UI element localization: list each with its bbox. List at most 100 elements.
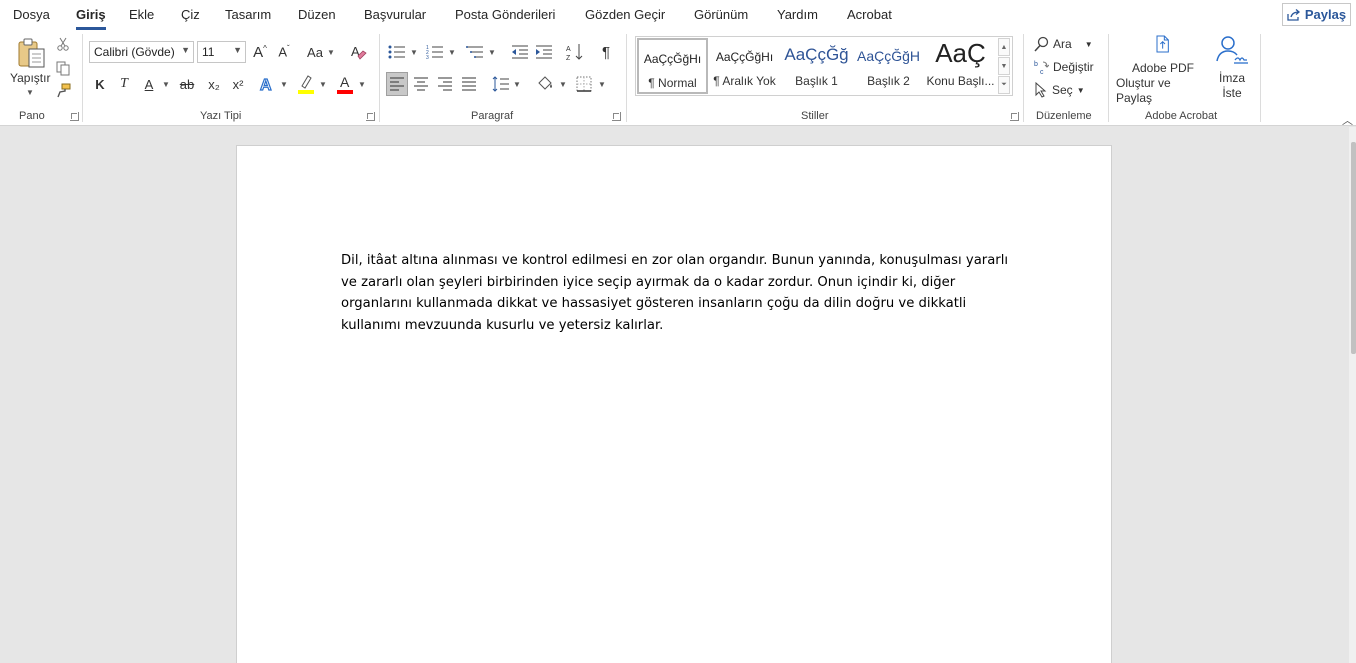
style-title[interactable]: AaÇ Konu Başlı... bbox=[925, 38, 996, 94]
style-heading-2[interactable]: AaÇçĞğH Başlık 2 bbox=[853, 38, 924, 94]
chevron-down-icon[interactable]: ▼ bbox=[162, 80, 170, 89]
chevron-down-icon[interactable]: ▼ bbox=[280, 80, 288, 89]
select-button[interactable]: Seç ▼ bbox=[1034, 80, 1098, 100]
document-paragraph[interactable]: Dil, itâat altına alınması ve kontrol ed… bbox=[341, 250, 1011, 337]
chevron-down-icon: ▼ bbox=[1084, 39, 1093, 49]
bold-button[interactable]: K bbox=[90, 73, 110, 95]
pilcrow-icon: ¶ bbox=[601, 43, 611, 61]
chevron-down-icon[interactable]: ▼ bbox=[513, 80, 521, 89]
align-right-button[interactable] bbox=[434, 73, 456, 95]
align-center-button[interactable] bbox=[410, 73, 432, 95]
style-no-spacing[interactable]: AaÇçĞğHı ¶ Aralık Yok bbox=[709, 38, 780, 94]
shrink-font-button[interactable]: Aˇ bbox=[274, 41, 294, 63]
numbering-button[interactable]: 123 bbox=[424, 41, 446, 63]
sign-label-1: İmza bbox=[1218, 71, 1245, 85]
underline-button[interactable]: A bbox=[139, 73, 159, 95]
tab-ekle[interactable]: Ekle bbox=[129, 7, 154, 22]
styles-launcher-icon[interactable] bbox=[1010, 112, 1019, 121]
sort-button[interactable]: AZ bbox=[564, 41, 586, 63]
paste-button[interactable] bbox=[14, 36, 48, 70]
format-painter-button[interactable] bbox=[55, 82, 71, 98]
strikethrough-label: ab bbox=[179, 76, 195, 92]
chevron-down-icon[interactable]: ▼ bbox=[559, 80, 567, 89]
group-separator bbox=[1260, 34, 1261, 122]
chevron-down-icon[interactable]: ▼ bbox=[448, 48, 456, 57]
bullets-button[interactable] bbox=[386, 41, 408, 63]
highlight-button[interactable] bbox=[295, 73, 317, 95]
paragraph-launcher-icon[interactable] bbox=[612, 112, 621, 121]
decrease-indent-button[interactable] bbox=[509, 41, 531, 63]
style-normal[interactable]: AaÇçĞğHı ¶ Normal bbox=[637, 38, 708, 94]
replace-button[interactable]: bc Değiştir bbox=[1034, 57, 1098, 77]
chevron-down-icon[interactable]: ▼ bbox=[26, 88, 34, 97]
copy-button[interactable] bbox=[55, 60, 71, 76]
justify-button[interactable] bbox=[458, 73, 480, 95]
tab-yardim[interactable]: Yardım bbox=[777, 7, 818, 22]
search-icon bbox=[1034, 36, 1049, 52]
increase-indent-button[interactable] bbox=[533, 41, 555, 63]
show-marks-button[interactable]: ¶ bbox=[595, 41, 617, 63]
group-label-acrobat: Adobe Acrobat bbox=[1145, 110, 1218, 122]
italic-button[interactable]: T bbox=[114, 73, 134, 95]
document-page[interactable]: Dil, itâat altına alınması ve kontrol ed… bbox=[236, 145, 1112, 663]
tab-giris[interactable]: Giriş bbox=[76, 7, 106, 30]
grow-font-button[interactable]: A^ bbox=[250, 41, 270, 63]
request-signature-button[interactable]: İmza İste bbox=[1212, 34, 1252, 106]
tab-tasarim[interactable]: Tasarım bbox=[225, 7, 271, 22]
cut-button[interactable] bbox=[55, 36, 71, 52]
tab-basvurular[interactable]: Başvurular bbox=[364, 7, 426, 22]
style-name: Başlık 1 bbox=[795, 74, 838, 88]
superscript-button[interactable]: x² bbox=[228, 73, 248, 95]
subscript-button[interactable]: x₂ bbox=[204, 73, 224, 95]
clear-formatting-button[interactable]: A bbox=[348, 41, 370, 63]
align-right-icon bbox=[438, 77, 452, 91]
font-name-value: Calibri (Gövde) bbox=[94, 45, 175, 59]
clear-formatting-icon: A bbox=[351, 44, 367, 60]
highlighter-icon bbox=[298, 75, 314, 94]
tab-ciz[interactable]: Çiz bbox=[181, 7, 200, 22]
line-spacing-button[interactable] bbox=[490, 73, 512, 95]
style-heading-1[interactable]: AaÇçĞğ Başlık 1 bbox=[781, 38, 852, 94]
replace-icon: bc bbox=[1034, 61, 1049, 75]
text-effects-button[interactable]: A bbox=[256, 73, 278, 95]
strikethrough-button[interactable]: ab bbox=[176, 73, 198, 95]
font-launcher-icon[interactable] bbox=[366, 112, 375, 121]
chevron-down-icon[interactable]: ▼ bbox=[327, 48, 335, 57]
group-separator bbox=[626, 34, 627, 122]
group-separator bbox=[1023, 34, 1024, 122]
share-button[interactable]: Paylaş bbox=[1282, 3, 1351, 26]
multilevel-list-button[interactable] bbox=[464, 41, 486, 63]
tab-duzen[interactable]: Düzen bbox=[298, 7, 336, 22]
chevron-down-icon[interactable]: ▼ bbox=[319, 80, 327, 89]
tab-posta-gonderileri[interactable]: Posta Gönderileri bbox=[455, 7, 555, 22]
group-separator bbox=[379, 34, 380, 122]
borders-button[interactable] bbox=[573, 73, 595, 95]
gallery-scroll-down-icon[interactable]: ▼ bbox=[998, 57, 1010, 75]
tab-acrobat[interactable]: Acrobat bbox=[847, 7, 892, 22]
tab-dosya[interactable]: Dosya bbox=[13, 7, 50, 22]
sign-label-2: İste bbox=[1222, 86, 1242, 100]
chevron-down-icon[interactable]: ▼ bbox=[598, 80, 606, 89]
scissors-icon bbox=[57, 37, 69, 51]
create-pdf-button[interactable]: Adobe PDF Oluştur ve Paylaş bbox=[1116, 34, 1210, 106]
clipboard-launcher-icon[interactable] bbox=[70, 112, 79, 121]
font-name-combo[interactable]: Calibri (Gövde) ▼ bbox=[89, 41, 194, 63]
tab-gozden-gecir[interactable]: Gözden Geçir bbox=[585, 7, 665, 22]
font-size-value: 11 bbox=[202, 45, 215, 59]
collapse-ribbon-icon[interactable]: ︿ bbox=[1342, 112, 1353, 128]
gallery-scroll-up-icon[interactable]: ▲ bbox=[998, 38, 1010, 56]
align-left-button[interactable] bbox=[386, 72, 408, 96]
font-size-combo[interactable]: 11 ▼ bbox=[197, 41, 246, 63]
borders-icon bbox=[576, 76, 592, 92]
tab-gorunum[interactable]: Görünüm bbox=[694, 7, 748, 22]
shading-button[interactable] bbox=[534, 73, 556, 95]
chevron-down-icon[interactable]: ▼ bbox=[488, 48, 496, 57]
group-separator bbox=[1108, 34, 1109, 122]
find-button[interactable]: Ara ▼ bbox=[1034, 34, 1098, 54]
chevron-down-icon[interactable]: ▼ bbox=[410, 48, 418, 57]
change-case-button[interactable]: Aa bbox=[304, 41, 326, 63]
gallery-more-icon[interactable]: ⏷ bbox=[998, 76, 1010, 94]
font-color-button[interactable]: A bbox=[334, 73, 356, 95]
scrollbar-thumb[interactable] bbox=[1351, 142, 1356, 354]
chevron-down-icon[interactable]: ▼ bbox=[358, 80, 366, 89]
